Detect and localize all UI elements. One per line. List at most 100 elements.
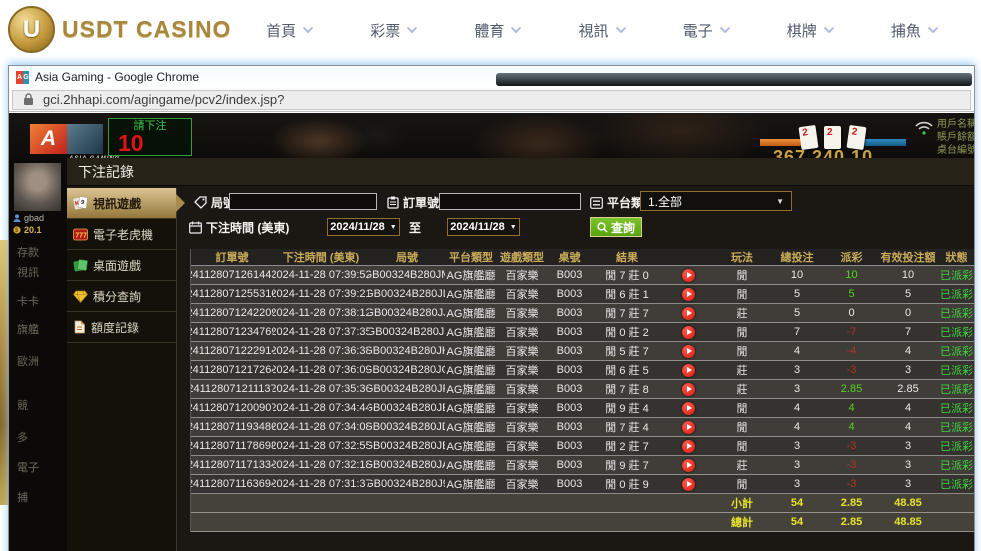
cell-platform-type: AG旗艦廳 (445, 437, 497, 455)
site-header: U USDT CASINO 首頁 彩票 體育 視訊 電子 棋牌 捕魚 (0, 0, 981, 60)
table-row: 2411280712229142024-11-28 07:36:38GB0032… (191, 342, 974, 361)
cell-platform-type: AG旗艦廳 (445, 342, 497, 360)
coin-icon: $ (13, 226, 21, 234)
cell-valid-bet: 10 (879, 266, 937, 284)
cell-play-type: 閒 (714, 418, 770, 436)
calendar-icon (189, 221, 202, 234)
bet-timer-box: 請下注 10 (108, 118, 192, 156)
play-video-button[interactable] (682, 269, 695, 282)
cell-bet-time: 2024-11-28 07:35:36 (273, 380, 369, 398)
cell-payout: 2.85 (824, 380, 879, 398)
cell-platform-type: AG旗艦廳 (445, 418, 497, 436)
play-video-button[interactable] (682, 459, 695, 472)
lobby-item-8[interactable]: 電子 (17, 459, 39, 475)
lobby-item-2[interactable]: 視訊 (17, 264, 39, 280)
cell-result: 閒 6 莊 5 (592, 361, 662, 379)
sum-payout: 2.85 (824, 494, 879, 512)
cell-game-type: 百家樂 (497, 342, 547, 360)
cell-valid-bet: 3 (879, 456, 937, 474)
panel-title: 下注記錄 (67, 158, 974, 186)
sidebar-item-3[interactable]: 桌面遊戲 (67, 250, 176, 281)
player-bar (860, 139, 906, 146)
nav-item-5[interactable]: 電子 (683, 20, 731, 41)
browser-title-bar[interactable]: AG Asia Gaming - Google Chrome (9, 66, 974, 88)
nav-item-7[interactable]: 捕魚 (891, 20, 939, 41)
round-number-input[interactable] (229, 193, 377, 210)
cell-order-number: 241128071200907 (191, 399, 273, 417)
play-video-button[interactable] (682, 383, 695, 396)
lobby-item-7[interactable]: 多 (17, 429, 28, 445)
date-from-select[interactable]: 2024/11/28 (327, 218, 400, 236)
brand-logo[interactable]: U USDT CASINO (8, 6, 231, 53)
cell-game-type: 百家樂 (497, 475, 547, 493)
search-button[interactable]: 查詢 (590, 217, 642, 237)
cell-valid-bet: 4 (879, 399, 937, 417)
cell-video (662, 304, 714, 322)
cell-table-number: B003 (547, 437, 592, 455)
cell-status: 已派彩 (937, 399, 974, 417)
svg-text:777: 777 (75, 232, 87, 239)
sum-total-bet: 54 (770, 494, 824, 512)
platform-type-select[interactable]: 1.全部 (640, 191, 792, 211)
cell-play-type: 莊 (714, 304, 770, 322)
table-row: 2411280712553102024-11-28 07:39:21GB0032… (191, 285, 974, 304)
cell-valid-bet: 2.85 (879, 380, 937, 398)
play-video-button[interactable] (682, 421, 695, 434)
cell-total-bet: 3 (770, 456, 824, 474)
play-video-button[interactable] (682, 307, 695, 320)
cell-game-type: 百家樂 (497, 418, 547, 436)
sidebar-item-1[interactable]: K9視訊遊戲 (67, 188, 176, 219)
play-video-button[interactable] (682, 478, 695, 491)
nav-item-label: 彩票 (370, 20, 400, 41)
cell-payout: -7 (824, 323, 879, 341)
browser-url-bar[interactable]: gci.2hhapi.com/agingame/pcv2/index.jsp? (12, 90, 971, 110)
lobby-item-4[interactable]: 旗艦 (17, 321, 39, 337)
cell-play-type: 閒 (714, 399, 770, 417)
column-header-12: 有效投注額 (879, 249, 937, 265)
play-video-button[interactable] (682, 288, 695, 301)
cell-valid-bet: 3 (879, 475, 937, 493)
play-video-button[interactable] (682, 440, 695, 453)
cell-bet-time: 2024-11-28 07:39:21 (273, 285, 369, 303)
lobby-item-3[interactable]: 卡卡 (17, 293, 39, 309)
lobby-item-1[interactable]: 存款 (17, 244, 39, 260)
sidebar-item-2[interactable]: 777電子老虎機 (67, 219, 176, 250)
cell-valid-bet: 7 (879, 323, 937, 341)
sidebar-item-4[interactable]: 積分查詢 (67, 281, 176, 312)
column-header-10: 總投注 (770, 249, 824, 265)
play-video-button[interactable] (682, 402, 695, 415)
nav-item-4[interactable]: 視訊 (578, 20, 626, 41)
cell-bet-time: 2024-11-28 07:36:38 (273, 342, 369, 360)
cell-bet-time: 2024-11-28 07:39:52 (273, 266, 369, 284)
cell-game-type: 百家樂 (497, 304, 547, 322)
lobby-item-6[interactable]: 競 (17, 397, 28, 413)
cell-total-bet: 4 (770, 418, 824, 436)
lobby-item-5[interactable]: 歐洲 (17, 353, 39, 369)
lobby-balance: $ 20.1 (13, 225, 42, 235)
nav-item-1[interactable]: 首頁 (266, 20, 314, 41)
sidebar-item-5[interactable]: 額度記錄 (67, 312, 176, 343)
cell-order-number: 241128071242209 (191, 304, 273, 322)
lobby-item-9[interactable]: 捕 (17, 489, 28, 505)
cell-video (662, 380, 714, 398)
play-video-button[interactable] (682, 326, 695, 339)
order-number-input[interactable] (439, 193, 581, 210)
play-video-button[interactable] (682, 364, 695, 377)
lobby-username: gbad (13, 213, 44, 223)
cell-bet-time: 2024-11-28 07:34:44 (273, 399, 369, 417)
nav-item-3[interactable]: 體育 (474, 20, 522, 41)
bet-countdown: 10 (109, 133, 191, 153)
nav-item-2[interactable]: 彩票 (370, 20, 418, 41)
background-decoration (0, 240, 8, 505)
sum-valid-bet: 48.85 (879, 513, 937, 531)
column-header-3: 局號 (369, 249, 445, 265)
cell-game-type: 百家樂 (497, 361, 547, 379)
cell-table-number: B003 (547, 285, 592, 303)
cell-table-number: B003 (547, 380, 592, 398)
play-video-button[interactable] (682, 345, 695, 358)
nav-item-6[interactable]: 棋牌 (787, 20, 835, 41)
cell-order-number: 241128071222914 (191, 342, 273, 360)
date-to-select[interactable]: 2024/11/28 (447, 218, 520, 236)
quota-document-icon (73, 320, 86, 334)
cell-play-type: 閒 (714, 323, 770, 341)
